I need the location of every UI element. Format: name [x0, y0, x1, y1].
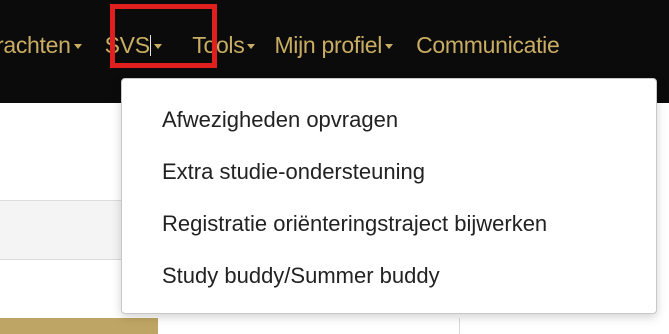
- caret-down-icon: [73, 43, 82, 49]
- menu-item-study-buddy[interactable]: Study buddy/Summer buddy: [122, 250, 656, 302]
- nav-item-tools[interactable]: Tools: [192, 31, 256, 59]
- nav-item-svs[interactable]: SVS: [105, 32, 163, 59]
- nav-item-label: Mijn profiel: [274, 31, 383, 58]
- caret-down-icon: [154, 43, 163, 49]
- nav-item-mijn-profiel[interactable]: Mijn profiel: [274, 31, 394, 59]
- nav-item-rachten[interactable]: rachten: [0, 32, 82, 59]
- menu-item-registratie-orienteringstraject[interactable]: Registratie oriënteringstraject bijwerke…: [122, 198, 656, 250]
- svs-dropdown-menu: Afwezigheden opvragen Extra studie-onder…: [121, 78, 657, 314]
- caret-down-icon: [247, 43, 256, 49]
- menu-item-extra-studie-ondersteuning[interactable]: Extra studie-ondersteuning: [122, 146, 656, 198]
- nav-menu: rachten SVS Tools Mijn profiel Communica…: [0, 0, 560, 90]
- text-cursor-icon: [149, 34, 152, 56]
- nav-item-label: Communicatie: [416, 31, 560, 58]
- caret-down-icon: [385, 43, 394, 49]
- nav-item-label: SVS: [104, 31, 150, 58]
- nav-item-label: Tools: [192, 31, 245, 58]
- dropdown-list: Afwezigheden opvragen Extra studie-onder…: [122, 79, 656, 302]
- menu-item-afwezigheden-opvragen[interactable]: Afwezigheden opvragen: [122, 94, 656, 146]
- nav-item-label: rachten: [0, 31, 71, 58]
- nav-item-communicatie[interactable]: Communicatie: [416, 31, 560, 59]
- divider: [459, 318, 460, 334]
- gold-accent-bar: [0, 318, 158, 334]
- content-panel: [0, 200, 125, 260]
